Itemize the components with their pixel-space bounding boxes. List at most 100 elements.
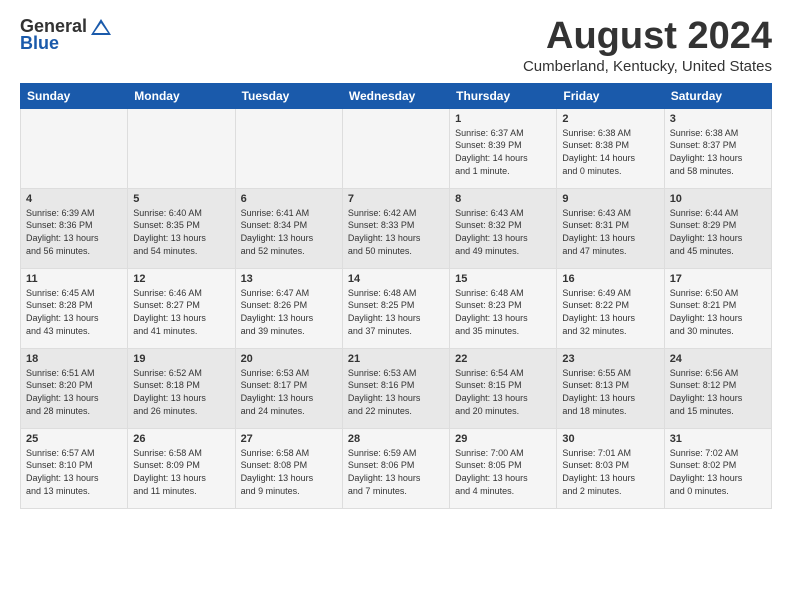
day-info: Sunrise: 6:46 AM Sunset: 8:27 PM Dayligh… [133, 287, 229, 337]
day-number: 11 [26, 273, 122, 285]
day-number: 17 [670, 273, 766, 285]
day-info: Sunrise: 6:50 AM Sunset: 8:21 PM Dayligh… [670, 287, 766, 337]
day-header-tuesday: Tuesday [235, 83, 342, 108]
calendar-cell: 3 Sunrise: 6:38 AM Sunset: 8:37 PM Daylig… [664, 108, 771, 188]
day-info: Sunrise: 6:54 AM Sunset: 8:15 PM Dayligh… [455, 367, 551, 417]
day-number: 1 [455, 113, 551, 125]
day-info: Sunrise: 6:38 AM Sunset: 8:38 PM Dayligh… [562, 127, 658, 177]
day-info: Sunrise: 6:49 AM Sunset: 8:22 PM Dayligh… [562, 287, 658, 337]
day-number: 28 [348, 433, 444, 445]
day-header-wednesday: Wednesday [342, 83, 449, 108]
day-number: 12 [133, 273, 229, 285]
day-info: Sunrise: 6:43 AM Sunset: 8:32 PM Dayligh… [455, 207, 551, 257]
day-info: Sunrise: 6:58 AM Sunset: 8:08 PM Dayligh… [241, 447, 337, 497]
day-info: Sunrise: 6:48 AM Sunset: 8:23 PM Dayligh… [455, 287, 551, 337]
day-number: 26 [133, 433, 229, 445]
day-info: Sunrise: 6:47 AM Sunset: 8:26 PM Dayligh… [241, 287, 337, 337]
day-number: 7 [348, 193, 444, 205]
day-info: Sunrise: 6:48 AM Sunset: 8:25 PM Dayligh… [348, 287, 444, 337]
calendar-cell: 15 Sunrise: 6:48 AM Sunset: 8:23 PM Dayli… [450, 268, 557, 348]
calendar-cell: 6 Sunrise: 6:41 AM Sunset: 8:34 PM Daylig… [235, 188, 342, 268]
calendar-week-row: 25Sunrise: 6:57 AM Sunset: 8:10 PM Dayli… [21, 428, 772, 508]
calendar-cell: 31 Sunrise: 7:02 AM Sunset: 8:02 PM Dayli… [664, 428, 771, 508]
day-info: Sunrise: 6:42 AM Sunset: 8:33 PM Dayligh… [348, 207, 444, 257]
day-info: Sunrise: 6:55 AM Sunset: 8:13 PM Dayligh… [562, 367, 658, 417]
calendar-week-row: 11Sunrise: 6:45 AM Sunset: 8:28 PM Dayli… [21, 268, 772, 348]
calendar-cell: 24 Sunrise: 6:56 AM Sunset: 8:12 PM Dayli… [664, 348, 771, 428]
calendar-week-row: 1Sunrise: 6:37 AM Sunset: 8:39 PM Daylig… [21, 108, 772, 188]
day-info: Sunrise: 6:58 AM Sunset: 8:09 PM Dayligh… [133, 447, 229, 497]
day-info: Sunrise: 6:41 AM Sunset: 8:34 PM Dayligh… [241, 207, 337, 257]
logo: General Blue [20, 16, 113, 54]
calendar-cell: 14Sunrise: 6:48 AM Sunset: 8:25 PM Dayli… [342, 268, 449, 348]
calendar-header-row: SundayMondayTuesdayWednesdayThursdayFrid… [21, 83, 772, 108]
calendar-cell: 19Sunrise: 6:52 AM Sunset: 8:18 PM Dayli… [128, 348, 235, 428]
day-header-friday: Friday [557, 83, 664, 108]
calendar-cell: 20Sunrise: 6:53 AM Sunset: 8:17 PM Dayli… [235, 348, 342, 428]
day-info: Sunrise: 6:43 AM Sunset: 8:31 PM Dayligh… [562, 207, 658, 257]
day-info: Sunrise: 6:39 AM Sunset: 8:36 PM Dayligh… [26, 207, 122, 257]
calendar-cell: 13 Sunrise: 6:47 AM Sunset: 8:26 PM Dayli… [235, 268, 342, 348]
day-number: 16 [562, 273, 658, 285]
day-number: 20 [241, 353, 337, 365]
day-header-thursday: Thursday [450, 83, 557, 108]
day-info: Sunrise: 6:40 AM Sunset: 8:35 PM Dayligh… [133, 207, 229, 257]
calendar-cell: 7 Sunrise: 6:42 AM Sunset: 8:33 PM Daylig… [342, 188, 449, 268]
calendar-cell: 18 Sunrise: 6:51 AM Sunset: 8:20 PM Dayli… [21, 348, 128, 428]
day-info: Sunrise: 6:38 AM Sunset: 8:37 PM Dayligh… [670, 127, 766, 177]
calendar-cell: 26 Sunrise: 6:58 AM Sunset: 8:09 PM Dayli… [128, 428, 235, 508]
calendar-cell: 9Sunrise: 6:43 AM Sunset: 8:31 PM Daylig… [557, 188, 664, 268]
calendar-cell: 30 Sunrise: 7:01 AM Sunset: 8:03 PM Dayli… [557, 428, 664, 508]
calendar-cell: 17 Sunrise: 6:50 AM Sunset: 8:21 PM Dayli… [664, 268, 771, 348]
calendar-cell: 23 Sunrise: 6:55 AM Sunset: 8:13 PM Dayli… [557, 348, 664, 428]
day-number: 13 [241, 273, 337, 285]
day-header-saturday: Saturday [664, 83, 771, 108]
calendar-cell: 16 Sunrise: 6:49 AM Sunset: 8:22 PM Dayli… [557, 268, 664, 348]
day-header-sunday: Sunday [21, 83, 128, 108]
day-number: 23 [562, 353, 658, 365]
calendar-cell [342, 108, 449, 188]
day-info: Sunrise: 7:02 AM Sunset: 8:02 PM Dayligh… [670, 447, 766, 497]
calendar-table: SundayMondayTuesdayWednesdayThursdayFrid… [20, 83, 772, 509]
calendar-cell: 2 Sunrise: 6:38 AM Sunset: 8:38 PM Daylig… [557, 108, 664, 188]
calendar-cell: 27Sunrise: 6:58 AM Sunset: 8:08 PM Dayli… [235, 428, 342, 508]
day-number: 31 [670, 433, 766, 445]
calendar-cell: 5 Sunrise: 6:40 AM Sunset: 8:35 PM Daylig… [128, 188, 235, 268]
day-number: 6 [241, 193, 337, 205]
day-info: Sunrise: 6:44 AM Sunset: 8:29 PM Dayligh… [670, 207, 766, 257]
page-header: General Blue August 2024 Cumberland, Ken… [20, 16, 772, 75]
title-area: August 2024 Cumberland, Kentucky, United… [523, 16, 772, 75]
day-number: 15 [455, 273, 551, 285]
calendar-cell [235, 108, 342, 188]
day-number: 24 [670, 353, 766, 365]
day-number: 5 [133, 193, 229, 205]
day-info: Sunrise: 6:53 AM Sunset: 8:16 PM Dayligh… [348, 367, 444, 417]
calendar-cell: 29Sunrise: 7:00 AM Sunset: 8:05 PM Dayli… [450, 428, 557, 508]
day-info: Sunrise: 7:00 AM Sunset: 8:05 PM Dayligh… [455, 447, 551, 497]
day-info: Sunrise: 6:56 AM Sunset: 8:12 PM Dayligh… [670, 367, 766, 417]
calendar-cell [128, 108, 235, 188]
day-info: Sunrise: 6:51 AM Sunset: 8:20 PM Dayligh… [26, 367, 122, 417]
day-number: 30 [562, 433, 658, 445]
day-info: Sunrise: 7:01 AM Sunset: 8:03 PM Dayligh… [562, 447, 658, 497]
day-number: 18 [26, 353, 122, 365]
calendar-cell: 22 Sunrise: 6:54 AM Sunset: 8:15 PM Dayli… [450, 348, 557, 428]
day-info: Sunrise: 6:52 AM Sunset: 8:18 PM Dayligh… [133, 367, 229, 417]
day-number: 3 [670, 113, 766, 125]
day-number: 22 [455, 353, 551, 365]
calendar-cell: 28 Sunrise: 6:59 AM Sunset: 8:06 PM Dayli… [342, 428, 449, 508]
subtitle: Cumberland, Kentucky, United States [523, 58, 772, 75]
logo-blue-text: Blue [20, 33, 59, 54]
calendar-week-row: 18 Sunrise: 6:51 AM Sunset: 8:20 PM Dayli… [21, 348, 772, 428]
calendar-cell: 11Sunrise: 6:45 AM Sunset: 8:28 PM Dayli… [21, 268, 128, 348]
day-info: Sunrise: 6:59 AM Sunset: 8:06 PM Dayligh… [348, 447, 444, 497]
day-number: 2 [562, 113, 658, 125]
day-number: 25 [26, 433, 122, 445]
day-number: 21 [348, 353, 444, 365]
day-number: 10 [670, 193, 766, 205]
calendar-week-row: 4Sunrise: 6:39 AM Sunset: 8:36 PM Daylig… [21, 188, 772, 268]
calendar-cell: 8 Sunrise: 6:43 AM Sunset: 8:32 PM Daylig… [450, 188, 557, 268]
calendar-cell: 10 Sunrise: 6:44 AM Sunset: 8:29 PM Dayli… [664, 188, 771, 268]
day-number: 8 [455, 193, 551, 205]
calendar-cell: 21 Sunrise: 6:53 AM Sunset: 8:16 PM Dayli… [342, 348, 449, 428]
